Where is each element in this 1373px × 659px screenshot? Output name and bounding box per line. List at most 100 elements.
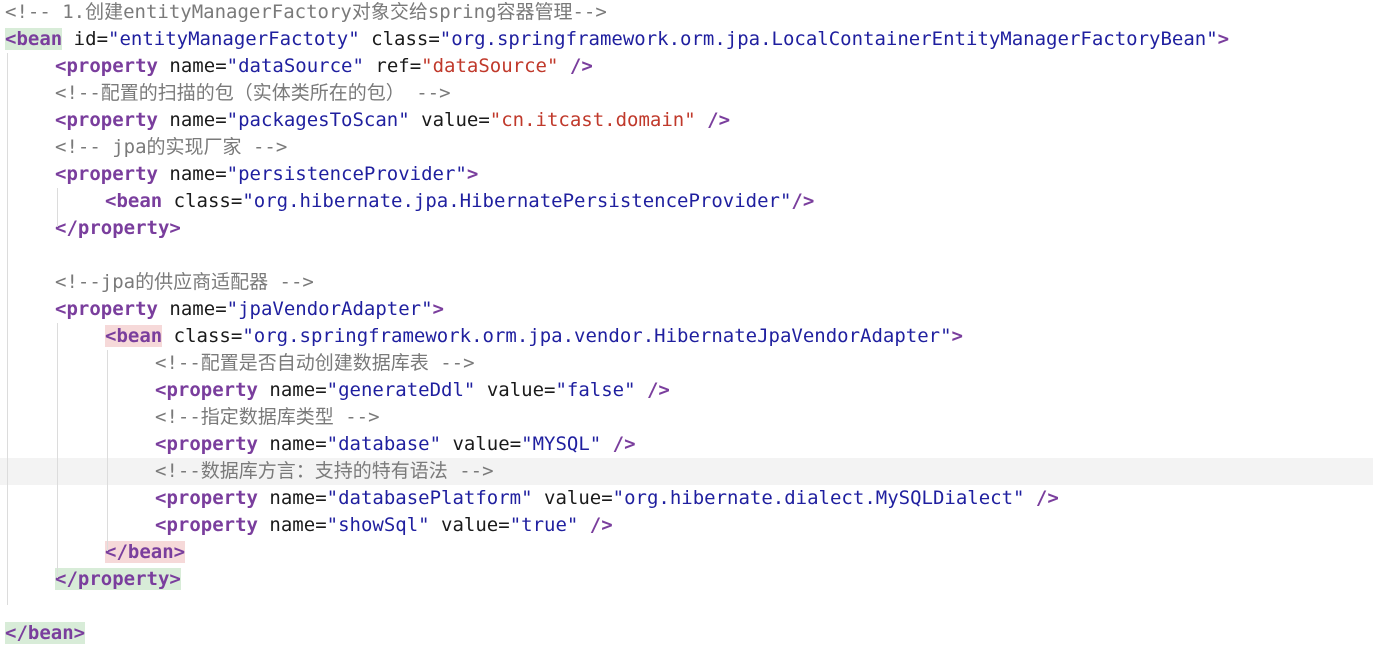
- code-line[interactable]: <property name="databasePlatform" value=…: [0, 485, 1373, 512]
- xml-equals: =: [428, 28, 440, 50]
- xml-equals: =: [215, 109, 227, 131]
- code-line[interactable]: <!--配置的扫描的包（实体类所在的包） -->: [0, 80, 1373, 107]
- xml-attribute-value: "org.hibernate.jpa.HibernatePersistenceP…: [242, 190, 792, 212]
- xml-element-name: property: [66, 298, 158, 320]
- indent-guide: [57, 323, 58, 578]
- xml-element-name: property: [166, 379, 258, 401]
- xml-element-name: property: [77, 217, 170, 239]
- xml-equals: =: [315, 379, 327, 401]
- xml-attribute-value: "database": [326, 433, 442, 455]
- code-line-text: <!-- 1.创建entityManagerFactory对象交给spring容…: [5, 0, 607, 26]
- xml-tag-bracket: <: [55, 298, 67, 320]
- code-line[interactable]: </bean>: [0, 539, 1373, 566]
- xml-tag-close: >: [169, 568, 181, 590]
- code-line-text: <bean class="org.springframework.orm.jpa…: [105, 323, 963, 350]
- xml-attribute-name: class: [173, 190, 231, 212]
- xml-tag-close: />: [558, 55, 593, 77]
- xml-tag-close: >: [73, 622, 86, 644]
- code-line[interactable]: <bean class="org.springframework.orm.jpa…: [0, 323, 1373, 350]
- code-line[interactable]: <bean class="org.hibernate.jpa.Hibernate…: [0, 188, 1373, 215]
- xml-attribute-value: "persistenceProvider": [226, 163, 467, 185]
- xml-code-editor[interactable]: <!-- 1.创建entityManagerFactory对象交给spring容…: [0, 0, 1373, 659]
- code-line[interactable]: </property>: [0, 566, 1373, 593]
- xml-comment: <!--配置是否自动创建数据库表 -->: [155, 352, 475, 374]
- xml-tag-close: >: [432, 298, 444, 320]
- xml-tag-bracket: <: [5, 28, 17, 50]
- xml-attribute-name: value: [486, 379, 545, 401]
- xml-element-name: bean: [116, 190, 163, 212]
- code-line[interactable]: <bean id="entityManagerFactoty" class="o…: [0, 26, 1373, 53]
- xml-attribute-name: name: [169, 55, 216, 77]
- code-line[interactable]: </property>: [0, 215, 1373, 242]
- code-line[interactable]: <!--指定数据库类型 -->: [0, 404, 1373, 431]
- xml-comment: <!--jpa的供应商适配器 -->: [55, 271, 314, 293]
- xml-tag-bracket: </: [105, 541, 128, 563]
- xml-attribute-name: ref: [375, 55, 410, 77]
- code-line[interactable]: <!-- 1.创建entityManagerFactory对象交给spring容…: [0, 0, 1373, 26]
- xml-tag-name: </property: [55, 568, 170, 590]
- code-line-text: </bean>: [105, 539, 186, 566]
- xml-attribute-name: value: [421, 109, 479, 131]
- xml-attribute-value: "org.springframework.orm.jpa.vendor.Hibe…: [242, 325, 952, 347]
- code-line[interactable]: [0, 242, 1373, 269]
- indent-guide: [107, 350, 108, 551]
- xml-comment: <!--数据库方言：支持的特有语法 -->: [155, 460, 494, 482]
- xml-attribute-value: "dataSource": [421, 55, 559, 77]
- code-line-text: </property>: [55, 215, 181, 242]
- xml-tag-bracket: <: [155, 433, 167, 455]
- code-line[interactable]: <property name="generateDdl" value="fals…: [0, 377, 1373, 404]
- xml-attribute-value: "jpaVendorAdapter": [226, 298, 433, 320]
- code-line[interactable]: <property name="persistenceProvider">: [0, 161, 1373, 188]
- xml-equals: =: [409, 55, 422, 77]
- xml-tag-close: >: [1217, 28, 1230, 50]
- code-line[interactable]: <property name="database" value="MYSQL" …: [0, 431, 1373, 458]
- code-line[interactable]: [0, 593, 1373, 620]
- code-line[interactable]: <property name="packagesToScan" value="c…: [0, 107, 1373, 134]
- code-line-text: <!--配置的扫描的包（实体类所在的包） -->: [55, 80, 451, 107]
- xml-attribute-name: name: [169, 109, 216, 131]
- code-line[interactable]: <!--jpa的供应商适配器 -->: [0, 269, 1373, 296]
- code-line[interactable]: <property name="jpaVendorAdapter">: [0, 296, 1373, 323]
- code-line[interactable]: <property name="showSql" value="true" />: [0, 512, 1373, 539]
- xml-attribute-name: value: [441, 514, 499, 536]
- code-line[interactable]: <!--数据库方言：支持的特有语法 -->: [0, 458, 1373, 485]
- code-line[interactable]: </bean>: [0, 620, 1373, 647]
- xml-attribute-name: class: [173, 325, 231, 347]
- xml-element-name: bean: [127, 541, 174, 563]
- xml-tag-name: <bean: [105, 190, 162, 212]
- xml-tag-close: />: [578, 514, 613, 536]
- code-line-text: </bean>: [5, 620, 86, 647]
- code-line-text: <property name="dataSource" ref="dataSou…: [55, 53, 593, 80]
- xml-equals: =: [509, 433, 522, 455]
- xml-tag-bracket: </: [55, 568, 78, 590]
- xml-attribute-value: "showSql": [326, 514, 430, 536]
- xml-tag-name: <property: [155, 514, 258, 536]
- xml-equals: =: [315, 433, 327, 455]
- code-line[interactable]: <!-- jpa的实现厂家 -->: [0, 134, 1373, 161]
- code-line[interactable]: <property name="dataSource" ref="dataSou…: [0, 53, 1373, 80]
- xml-tag-name: <bean: [105, 325, 163, 347]
- xml-element-name: property: [166, 433, 258, 455]
- code-line-text: <property name="databasePlatform" value=…: [155, 485, 1059, 512]
- xml-tag-name: </bean: [5, 622, 74, 644]
- xml-equals: =: [215, 163, 227, 185]
- xml-tag-name: <property: [155, 433, 258, 455]
- xml-equals: =: [215, 55, 227, 77]
- xml-attribute-name: id: [73, 28, 97, 50]
- xml-tag-close: />: [635, 379, 670, 401]
- xml-tag-name: <property: [55, 298, 158, 320]
- xml-attribute-name: value: [452, 433, 510, 455]
- xml-element-name: property: [66, 109, 158, 131]
- code-line-text: </property>: [55, 566, 181, 593]
- xml-attribute-value: "dataSource": [226, 55, 364, 77]
- code-line[interactable]: <!--配置是否自动创建数据库表 -->: [0, 350, 1373, 377]
- xml-tag-name: <property: [155, 379, 258, 401]
- xml-comment: <!--指定数据库类型 -->: [155, 406, 380, 428]
- xml-attribute-name: name: [169, 298, 216, 320]
- xml-element-name: property: [166, 514, 258, 536]
- code-line-text: <property name="database" value="MYSQL" …: [155, 431, 636, 458]
- code-line-text: <property name="persistenceProvider">: [55, 161, 478, 188]
- xml-attribute-name: name: [169, 163, 216, 185]
- xml-attribute-name: value: [544, 487, 602, 509]
- xml-equals: =: [601, 487, 613, 509]
